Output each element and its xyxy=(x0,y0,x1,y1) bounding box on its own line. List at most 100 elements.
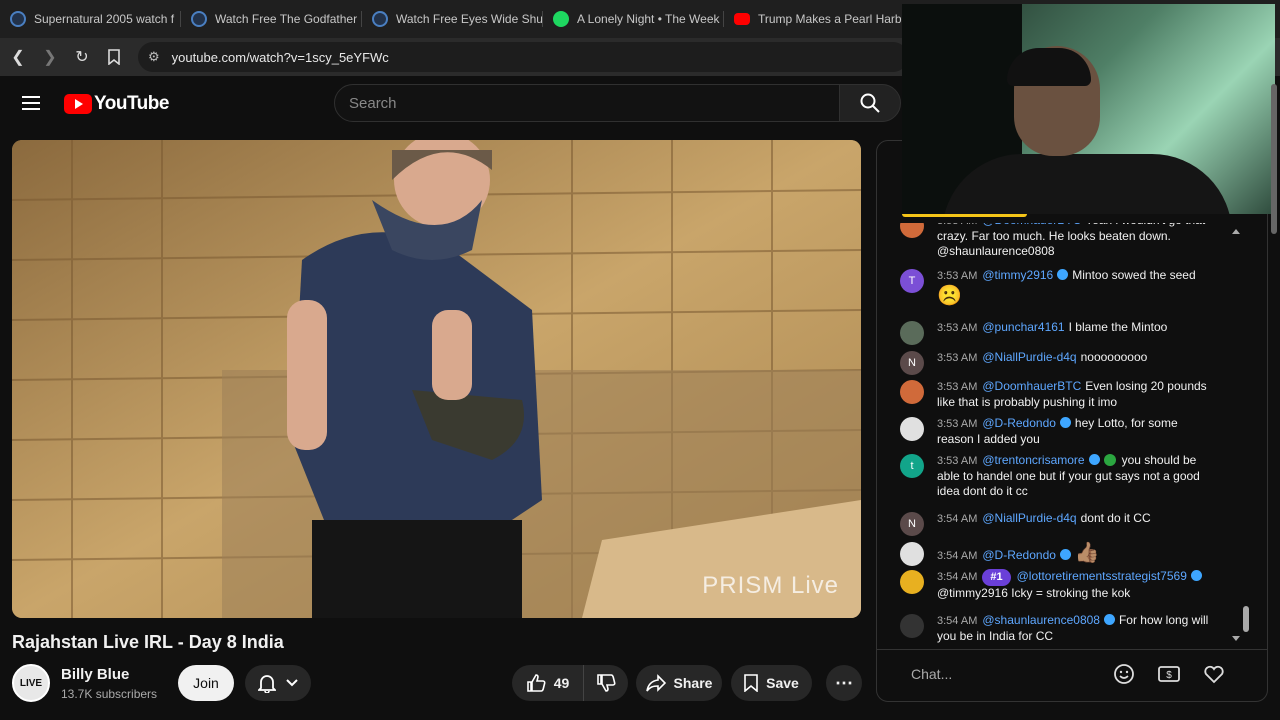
notification-button[interactable] xyxy=(245,665,311,701)
chat-author[interactable]: @D-Redondo xyxy=(982,548,1056,562)
save-button[interactable]: Save xyxy=(731,665,812,701)
video-player[interactable]: PRISM Live xyxy=(12,140,861,618)
chat-avatar[interactable] xyxy=(900,380,924,404)
chat-text: I blame the Mintoo xyxy=(1068,320,1168,334)
reload-button[interactable]: ↻ xyxy=(68,43,96,71)
scroll-down-arrow-icon[interactable] xyxy=(1232,636,1240,641)
like-dislike-group: 49 xyxy=(512,665,628,701)
browser-tab[interactable]: A Lonely Night • The Week xyxy=(543,0,724,38)
smiley-icon xyxy=(1114,664,1134,684)
chat-timestamp: 3:53 AM xyxy=(937,455,978,467)
chat-avatar[interactable] xyxy=(900,223,924,238)
rank-badge: #1 xyxy=(982,569,1011,586)
verified-badge-icon xyxy=(1057,269,1069,280)
chat-author[interactable]: @punchar4161 xyxy=(982,320,1064,334)
browser-tab[interactable]: Trump Makes a Pearl Harb xyxy=(724,0,905,38)
chat-avatar[interactable] xyxy=(900,417,924,441)
chat-avatar[interactable]: N xyxy=(900,351,924,375)
browser-tab[interactable]: Watch Free Eyes Wide Shu xyxy=(362,0,543,38)
bookmark-button[interactable] xyxy=(100,43,128,71)
video-title: Rajahstan Live IRL - Day 8 India xyxy=(12,632,284,652)
search-input[interactable]: Search xyxy=(334,84,840,122)
chat-message-body: 3:54 AM #1 @lottoretirementsstrategist7569… xyxy=(937,569,1217,601)
chat-avatar[interactable]: T xyxy=(900,269,924,293)
channel-avatar[interactable]: LIVE xyxy=(12,664,50,702)
verified-badge-icon xyxy=(1190,570,1202,581)
dislike-button[interactable] xyxy=(584,665,628,701)
chat-message-body: 3:53 AM @timmy2916 Mintoo sowed the seed ☹️ xyxy=(937,268,1217,308)
chat-timestamp: 3:53 AM xyxy=(937,223,977,227)
browser-tab[interactable]: Watch Free The Godfather xyxy=(181,0,362,38)
spotify-icon xyxy=(553,11,569,27)
chat-avatar[interactable]: t xyxy=(900,454,924,478)
chat-input-placeholder: Chat... xyxy=(911,666,953,682)
chat-message-body: 3:53 AM @DoomhauerBTC Even losing 20 pound… xyxy=(937,379,1217,410)
chat-author[interactable]: @DoomhauerBTC xyxy=(982,223,1081,227)
chat-author[interactable]: @D-Redondo xyxy=(982,416,1056,430)
channel-name[interactable]: Billy Blue xyxy=(61,666,129,683)
chat-avatar[interactable]: N xyxy=(900,512,924,536)
join-button[interactable]: Join xyxy=(178,665,234,701)
like-button[interactable]: 49 xyxy=(512,665,584,701)
webcam-overlay xyxy=(902,4,1275,214)
search-icon xyxy=(860,93,880,113)
youtube-logo[interactable]: YouTube xyxy=(64,93,169,115)
chat-author[interactable]: @DoomhauerBTC xyxy=(982,379,1081,393)
share-icon xyxy=(645,674,666,692)
share-button[interactable]: Share xyxy=(636,665,722,701)
verified-badge-icon xyxy=(1059,417,1071,428)
chat-message-body: 3:53 AM @trentoncrisamore you should be ab… xyxy=(937,453,1217,499)
emoji-button[interactable] xyxy=(1111,661,1137,687)
chat-timestamp: 3:54 AM xyxy=(937,571,978,583)
heart-icon xyxy=(1204,665,1224,684)
chat-author[interactable]: @NiallPurdie-d4q xyxy=(982,511,1076,525)
more-actions-button[interactable]: ⋯ xyxy=(826,665,862,701)
chat-message-list[interactable]: 3:53 AM@DoomhauerBTCYeah i wouldn't go t… xyxy=(877,223,1257,649)
emoji: ☹️ xyxy=(937,285,962,307)
moderator-star-icon xyxy=(1103,454,1116,466)
bookmark-icon xyxy=(108,49,120,65)
chat-avatar[interactable] xyxy=(900,542,924,566)
chat-timestamp: 3:54 AM xyxy=(937,513,978,525)
youtube-header: YouTube Search xyxy=(0,76,901,132)
share-label: Share xyxy=(673,675,713,691)
tab-title: Watch Free The Godfather xyxy=(215,12,358,26)
chat-author[interactable]: @trentoncrisamore xyxy=(982,453,1084,467)
save-label: Save xyxy=(766,675,799,691)
chat-author[interactable]: @lottoretirementsstrategist7569 xyxy=(1017,569,1187,583)
like-count: 49 xyxy=(553,675,570,691)
chat-author[interactable]: @NiallPurdie-d4q xyxy=(982,350,1076,364)
chevron-down-icon xyxy=(286,679,298,687)
chat-avatar[interactable] xyxy=(900,614,924,638)
tab-title: Trump Makes a Pearl Harb xyxy=(758,12,902,26)
super-chat-button[interactable]: $ xyxy=(1156,661,1182,687)
chat-input[interactable]: Chat... xyxy=(899,659,1119,689)
video-frame xyxy=(12,140,861,618)
chat-author[interactable]: @timmy2916 xyxy=(982,268,1053,282)
chat-message-body: 3:54 AM @NiallPurdie-d4q dont do it CC xyxy=(937,511,1217,527)
search-button[interactable] xyxy=(839,84,901,122)
page-scrollbar[interactable] xyxy=(1271,84,1277,234)
site-settings-icon[interactable]: ⚙ xyxy=(148,49,160,65)
menu-icon[interactable] xyxy=(22,96,40,110)
emoji: 👍🏽 xyxy=(1074,542,1100,564)
heart-button[interactable] xyxy=(1201,661,1227,687)
back-button[interactable]: ❮ xyxy=(4,43,32,71)
chat-message-body: 3:53 AM @NiallPurdie-d4q nooooooooo xyxy=(937,350,1217,366)
chat-author[interactable]: @shaunlaurence0808 xyxy=(982,613,1100,627)
chat-avatar[interactable] xyxy=(900,321,924,345)
globe-icon xyxy=(372,11,388,27)
chat-avatar[interactable] xyxy=(900,570,924,594)
browser-tab[interactable]: Supernatural 2005 watch f xyxy=(0,0,181,38)
bell-icon xyxy=(258,675,276,693)
verified-badge-icon xyxy=(1088,454,1100,465)
address-bar[interactable]: ⚙ youtube.com/watch?v=1scy_5eYFWc xyxy=(138,42,908,72)
youtube-logo-text: YouTube xyxy=(94,93,169,114)
chat-timestamp: 3:53 AM xyxy=(937,270,978,282)
scroll-up-arrow-icon[interactable] xyxy=(1232,229,1240,234)
chat-message-body: 3:53 AM @D-Redondo hey Lotto, for some rea… xyxy=(937,416,1217,447)
forward-button[interactable]: ❯ xyxy=(36,43,64,71)
chat-timestamp: 3:53 AM xyxy=(937,381,978,393)
money-icon: $ xyxy=(1158,666,1180,682)
chat-scrollbar[interactable] xyxy=(1243,606,1249,632)
